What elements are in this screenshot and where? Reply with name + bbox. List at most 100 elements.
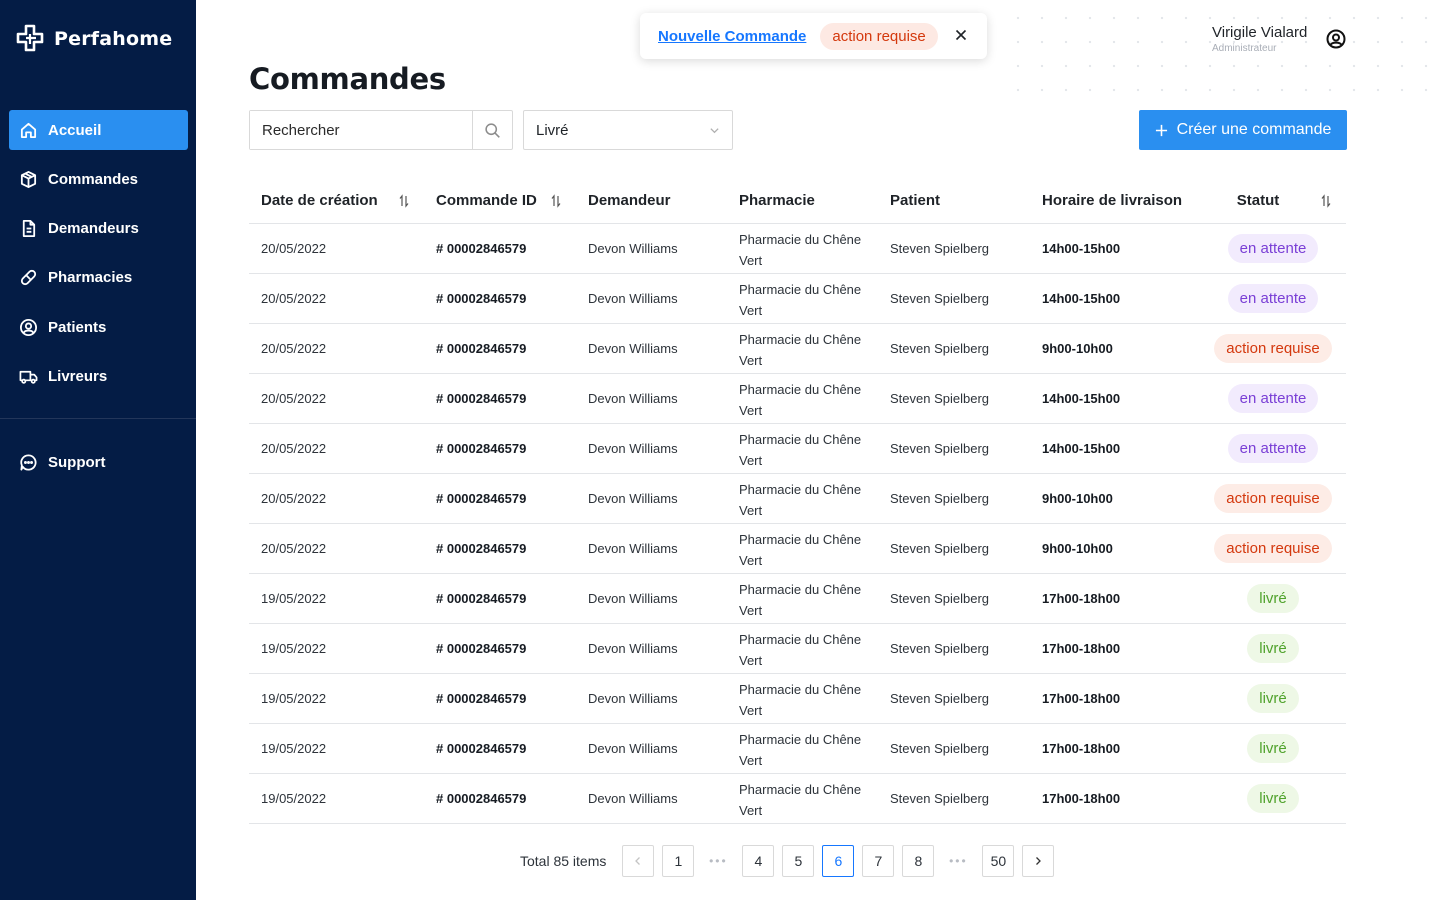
sidebar-item-support[interactable]: Support <box>9 442 188 482</box>
cell-patient: Steven Spielberg <box>890 491 990 506</box>
column-header-date[interactable]: Date de création <box>249 178 424 224</box>
status-select[interactable]: Livré <box>523 110 733 150</box>
sidebar-item-label: Patients <box>48 318 107 336</box>
sidebar-item-label: Demandeurs <box>48 220 139 238</box>
sidebar: Perfahome Accueil Commandes Demandeurs P… <box>0 0 196 900</box>
document-icon <box>22 220 36 238</box>
table-row[interactable]: 19/05/2022 # 00002846579 Devon Williams Pha… <box>249 724 1346 774</box>
pagination-page-6[interactable]: 6 <box>822 845 855 877</box>
sidebar-item-accueil[interactable]: Accueil <box>9 110 188 150</box>
sidebar-item-label: Support <box>48 453 106 471</box>
brand[interactable]: Perfahome <box>16 24 172 54</box>
sidebar-item-livreurs[interactable]: Livreurs <box>9 356 188 396</box>
cell-patient: Steven Spielberg <box>890 291 990 306</box>
cell-patient: Steven Spielberg <box>890 791 990 806</box>
table-row[interactable]: 20/05/2022 # 00002846579 Devon Williams Pha… <box>249 524 1346 574</box>
cell-order-id: # 00002846579 <box>436 441 527 456</box>
chat-icon <box>20 453 37 471</box>
column-header-label: Horaire de livraison <box>1042 192 1183 209</box>
pharmacie-line-2: Vert <box>739 652 763 668</box>
table-row[interactable]: 20/05/2022 # 00002846579 Devon Williams Pha… <box>249 324 1346 374</box>
sidebar-divider <box>0 418 196 419</box>
pharmacie-line-1: Pharmacie du Chêne <box>739 781 862 797</box>
column-header-pharmacie: Pharmacie <box>727 178 878 224</box>
pagination-page-5[interactable]: 5 <box>782 845 815 877</box>
pagination-pages: 1 ••• 4 5 6 7 8 ••• 50 <box>662 845 1022 877</box>
cell-pharmacie: Pharmacie du Chêne Vert <box>727 427 878 471</box>
pharmacie-line-1: Pharmacie du Chêne <box>739 681 862 697</box>
cell-order-id: # 00002846579 <box>436 591 527 606</box>
cell-demandeur: Devon Williams <box>588 441 678 456</box>
cell-demandeur: Devon Williams <box>588 741 678 756</box>
pagination-ellipsis[interactable]: ••• <box>702 845 734 877</box>
cell-demandeur: Devon Williams <box>588 241 678 256</box>
pagination-prev-button[interactable] <box>622 845 655 877</box>
pagination-page-4[interactable]: 4 <box>742 845 775 877</box>
cell-pharmacie: Pharmacie du Chêne Vert <box>727 277 878 321</box>
pagination-page-8[interactable]: 8 <box>902 845 935 877</box>
pharmacie-line-2: Vert <box>739 352 763 368</box>
status-badge: en attente <box>1227 434 1319 463</box>
table-row[interactable]: 19/05/2022 # 00002846579 Devon Williams Pha… <box>249 674 1346 724</box>
table-row[interactable]: 19/05/2022 # 00002846579 Devon Williams Pha… <box>249 774 1346 824</box>
sidebar-item-patients[interactable]: Patients <box>9 307 188 347</box>
sidebar-item-commandes[interactable]: Commandes <box>9 159 188 199</box>
cell-pharmacie: Pharmacie du Chêne Vert <box>727 327 878 371</box>
pagination: Total 85 items 1 ••• 4 5 6 7 8 ••• 50 <box>520 845 1062 877</box>
sidebar-item-demandeurs[interactable]: Demandeurs <box>9 209 188 249</box>
pharmacie-line-1: Pharmacie du Chêne <box>739 381 862 397</box>
cell-pharmacie: Pharmacie du Chêne Vert <box>727 777 878 821</box>
cell-horaire: 14h00-15h00 <box>1042 241 1121 256</box>
search-icon <box>485 122 500 138</box>
cell-order-id: # 00002846579 <box>436 491 527 506</box>
cell-pharmacie: Pharmacie du Chêne Vert <box>727 577 878 621</box>
search-button[interactable] <box>472 111 512 149</box>
status-badge: livré <box>1247 634 1299 663</box>
table-row[interactable]: 19/05/2022 # 00002846579 Devon Williams Pha… <box>249 624 1346 674</box>
table-row[interactable]: 20/05/2022 # 00002846579 Devon Williams Pha… <box>249 474 1346 524</box>
create-order-button[interactable]: Créer une commande <box>1139 110 1347 150</box>
cell-statut: livré <box>1200 734 1346 763</box>
cell-patient: Steven Spielberg <box>890 441 990 456</box>
status-badge: en attente <box>1227 284 1319 313</box>
close-icon[interactable] <box>951 25 971 45</box>
cell-order-id: # 00002846579 <box>436 341 527 356</box>
pagination-page-7[interactable]: 7 <box>862 845 895 877</box>
user-circle-icon <box>19 318 38 336</box>
cell-date: 19/05/2022 <box>261 791 327 806</box>
sort-icon[interactable] <box>398 193 410 208</box>
cell-statut: action requise <box>1200 334 1346 363</box>
notification-link[interactable]: Nouvelle Commande <box>658 28 806 45</box>
column-header-id[interactable]: Commande ID <box>424 178 576 224</box>
table-row[interactable]: 19/05/2022 # 00002846579 Devon Williams Pha… <box>249 574 1346 624</box>
pagination-page-1[interactable]: 1 <box>662 845 695 877</box>
cell-patient: Steven Spielberg <box>890 641 990 656</box>
perfahome-logo-icon <box>16 24 44 52</box>
cell-date: 19/05/2022 <box>261 741 327 756</box>
search-input[interactable] <box>250 111 473 149</box>
pagination-page-50[interactable]: 50 <box>982 845 1015 877</box>
cell-statut: livré <box>1200 584 1346 613</box>
cell-statut: en attente <box>1200 434 1346 463</box>
pharmacie-line-2: Vert <box>739 702 763 718</box>
cell-horaire: 9h00-10h00 <box>1042 491 1113 506</box>
column-header-statut[interactable]: Statut <box>1200 178 1346 224</box>
pagination-ellipsis[interactable]: ••• <box>942 845 974 877</box>
sort-icon[interactable] <box>550 193 562 208</box>
table-row[interactable]: 20/05/2022 # 00002846579 Devon Williams Pha… <box>249 374 1346 424</box>
column-header-label: Pharmacie <box>739 192 815 209</box>
sidebar-item-pharmacies[interactable]: Pharmacies <box>9 258 188 298</box>
pharmacie-line-2: Vert <box>739 552 763 568</box>
create-order-label: Créer une commande <box>1176 121 1332 138</box>
cell-demandeur: Devon Williams <box>588 491 678 506</box>
pagination-next-button[interactable] <box>1022 845 1055 877</box>
sort-icon[interactable] <box>1320 193 1332 208</box>
cell-order-id: # 00002846579 <box>436 791 527 806</box>
table-row[interactable]: 20/05/2022 # 00002846579 Devon Williams Pha… <box>249 274 1346 324</box>
cell-horaire: 17h00-18h00 <box>1042 591 1121 606</box>
table-row[interactable]: 20/05/2022 # 00002846579 Devon Williams Pha… <box>249 224 1346 274</box>
cell-demandeur: Devon Williams <box>588 541 678 556</box>
user-account-icon[interactable] <box>1325 28 1347 50</box>
status-badge: livré <box>1247 584 1299 613</box>
table-row[interactable]: 20/05/2022 # 00002846579 Devon Williams Pha… <box>249 424 1346 474</box>
